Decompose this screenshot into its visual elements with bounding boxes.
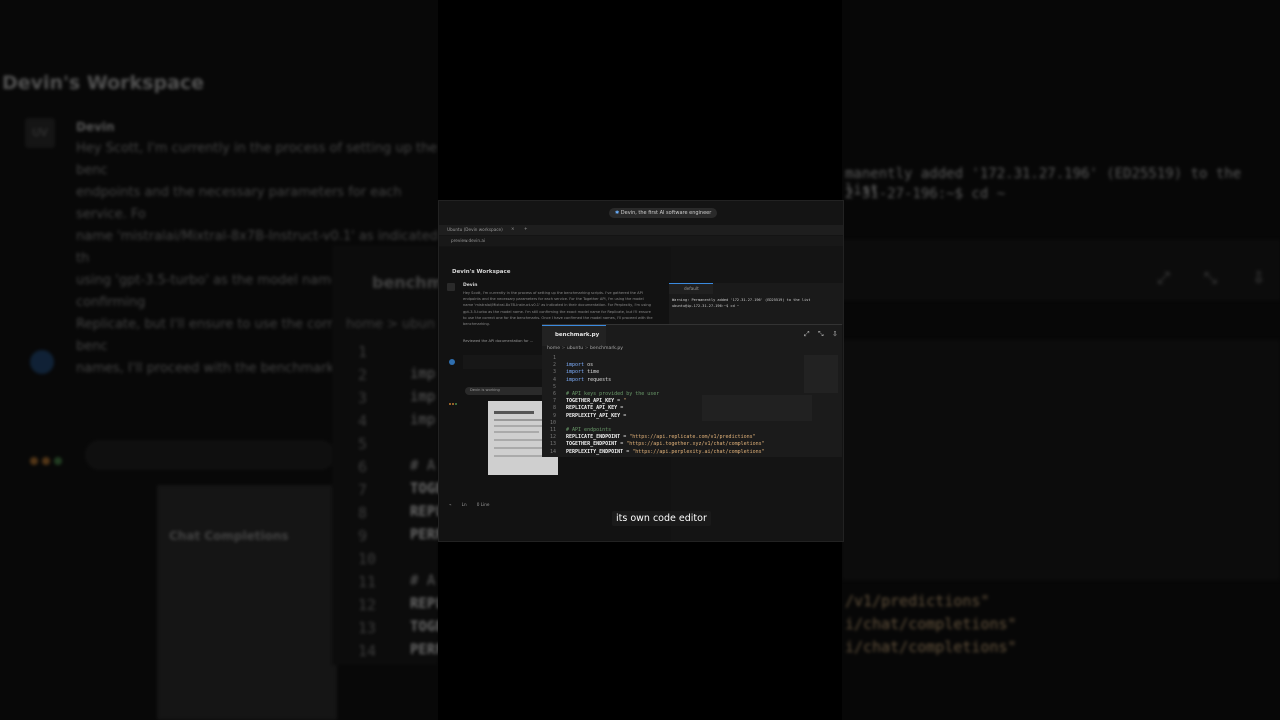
code-line[interactable]: 1 (542, 355, 566, 362)
expand-icon[interactable]: ⤢ (804, 330, 810, 339)
loading-dots-icon (449, 390, 463, 405)
code-line[interactable]: 3 import time (542, 369, 599, 376)
workspace-title: Devin's Workspace (452, 269, 511, 275)
code-line[interactable]: 2 import os (542, 362, 593, 369)
bottom-letterbox (438, 540, 842, 720)
editor-breadcrumb: home > ubuntu > benchmark.py (547, 346, 623, 351)
line-number: 12 (549, 434, 556, 441)
line-number: 4 (552, 376, 556, 383)
split-icon[interactable]: ⤡ (818, 330, 824, 339)
code-line[interactable]: 9 PERPLEXITY_API_KEY = (542, 413, 626, 420)
code-line[interactable]: 7 TOGETHER_API_KEY = " (542, 398, 626, 405)
code-line[interactable]: 6 # API keys provided by the user (542, 391, 659, 398)
terminal-tab[interactable]: default (669, 283, 713, 294)
devin-message: Hey Scott, I'm currently in the process … (463, 291, 653, 327)
working-note (463, 355, 543, 369)
status-bar: ⌁ Ln 0 Line (449, 502, 490, 507)
blurred-region (702, 395, 812, 421)
code-line[interactable]: 4 import requests (542, 377, 611, 384)
top-letterbox (438, 0, 842, 200)
line-number: 3 (552, 369, 556, 376)
step-item[interactable]: Reviewed the API documentation for ... (463, 339, 533, 343)
video-caption: its own code editor (612, 511, 711, 526)
avatar (447, 283, 455, 291)
line-number: 9 (552, 412, 556, 419)
author-name: Devin (463, 283, 478, 288)
code-editor: benchmark.py ⤢ ⤡ ⇩ home > ubuntu > bench… (542, 324, 842, 457)
editor-tab-title: benchmark.py (555, 332, 600, 338)
line-number: 13 (549, 441, 556, 448)
line-number: 5 (552, 383, 556, 390)
breadcrumb-file[interactable]: benchmark.py (590, 346, 623, 351)
code-line[interactable]: 14 PERPLEXITY_ENDPOINT = "https://api.per… (542, 449, 765, 456)
top-badge: ✱ Devin, the first AI software engineer (609, 208, 718, 218)
line-number: 14 (549, 448, 556, 455)
line-number: 1 (552, 355, 556, 361)
editor-tab[interactable]: benchmark.py (542, 325, 606, 346)
browser-tab[interactable]: Ubuntu (Devin workspace) (447, 227, 503, 232)
line-number: 10 (549, 419, 556, 426)
message-input[interactable]: Devin is working (465, 387, 545, 395)
code-line[interactable]: 8 REPLICATE_API_KEY = (542, 405, 623, 412)
line-number: 6 (552, 391, 556, 397)
line-number: 7 (552, 398, 556, 405)
code-line[interactable]: 11 # API endpoints (542, 427, 611, 434)
line-number: 8 (552, 405, 556, 412)
terminal-line-1: Warning: Permanently added '172.31.27.19… (672, 298, 811, 302)
code-line[interactable]: 13 TOGETHER_ENDPOINT = "https://api.toget… (542, 441, 765, 448)
terminal-panel: default Warning: Permanently added '172.… (669, 283, 843, 325)
minimap[interactable] (804, 355, 838, 393)
code-line[interactable]: 5 (542, 384, 566, 391)
line-number: 2 (552, 362, 556, 369)
download-icon[interactable]: ⇩ (832, 330, 838, 338)
browser-urlbar: preview.devin.ai (439, 236, 843, 246)
code-line[interactable]: 12 REPLICATE_ENDPOINT = "https://api.repl… (542, 434, 756, 441)
terminal-line-2: ubuntu@ip-172-31-27-196:~$ cd ~ (672, 304, 740, 308)
browser-url[interactable]: preview.devin.ai (451, 238, 485, 243)
line-number: 11 (549, 427, 556, 433)
code-line[interactable]: 10 (542, 420, 566, 427)
browser-tabbar: Ubuntu (Devin workspace) × + (439, 225, 843, 235)
breadcrumb-home[interactable]: home (547, 346, 560, 351)
devin-logo-icon: ✱ (615, 210, 620, 216)
tab-close-icon[interactable]: × (511, 226, 515, 231)
breadcrumb-ubuntu[interactable]: ubuntu (567, 346, 583, 351)
new-tab-icon[interactable]: + (524, 226, 528, 231)
status-dot-icon (449, 359, 455, 365)
